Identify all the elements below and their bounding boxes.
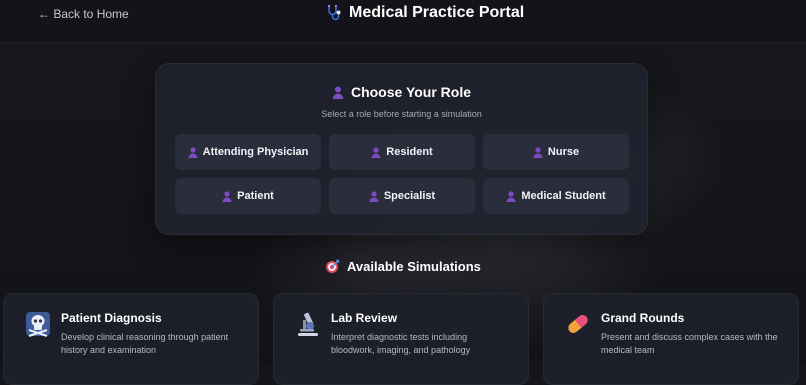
simulation-description: Develop clinical reasoning through patie… bbox=[61, 332, 229, 355]
role-button-label: Resident bbox=[386, 146, 433, 158]
person-icon bbox=[332, 85, 344, 99]
target-icon bbox=[326, 259, 340, 273]
person-icon bbox=[222, 190, 232, 202]
role-button-nurse[interactable]: Nurse bbox=[483, 134, 629, 170]
stethoscope-icon bbox=[328, 5, 341, 21]
page-header: Medical Practice Portal bbox=[325, 4, 524, 22]
role-title: Choose Your Role bbox=[350, 84, 472, 100]
page-title: Medical Practice Portal bbox=[349, 4, 525, 21]
person-icon bbox=[371, 146, 381, 158]
role-button-label: Nurse bbox=[547, 146, 580, 158]
person-icon bbox=[188, 146, 198, 158]
role-button-label: Attending Physician bbox=[202, 146, 309, 158]
role-button-specialist[interactable]: Specialist bbox=[329, 178, 475, 214]
microscope-icon bbox=[298, 312, 318, 336]
simulation-title: Lab Review bbox=[331, 311, 398, 325]
role-grid: Attending Physician Resident Nurse Patie… bbox=[175, 134, 629, 214]
simulation-card-grand-rounds[interactable]: Grand Rounds Present and discuss complex… bbox=[543, 293, 799, 385]
role-button-patient[interactable]: Patient bbox=[175, 178, 321, 214]
role-button-label: Specialist bbox=[383, 190, 436, 202]
person-icon bbox=[533, 146, 543, 158]
simulations-title: Available Simulations bbox=[347, 259, 481, 274]
role-selection-card: Choose Your Role Select a role before st… bbox=[155, 63, 648, 235]
back-to-home-link[interactable]: ← Back to Home bbox=[38, 7, 129, 21]
simulation-title: Grand Rounds bbox=[601, 311, 685, 325]
top-bar: ← Back to Home Medical Practice Portal bbox=[0, 0, 806, 43]
role-button-label: Medical Student bbox=[521, 190, 606, 202]
pill-icon bbox=[568, 315, 588, 333]
person-icon bbox=[369, 190, 379, 202]
role-header: Choose Your Role bbox=[156, 84, 647, 100]
diagnosis-icon bbox=[26, 312, 50, 337]
simulation-card-patient-diagnosis[interactable]: Patient Diagnosis Develop clinical reaso… bbox=[3, 293, 259, 385]
simulation-title: Patient Diagnosis bbox=[61, 311, 162, 325]
simulation-description: Present and discuss complex cases with t… bbox=[601, 332, 778, 355]
person-icon bbox=[506, 190, 516, 202]
role-button-attending-physician[interactable]: Attending Physician bbox=[175, 134, 321, 170]
role-subtitle: Select a role before starting a simulati… bbox=[321, 109, 482, 119]
role-button-label: Patient bbox=[237, 190, 274, 202]
simulation-description: Interpret diagnostic tests including blo… bbox=[331, 332, 471, 355]
simulations-header: Available Simulations bbox=[325, 259, 481, 274]
role-button-medical-student[interactable]: Medical Student bbox=[483, 178, 629, 214]
simulation-card-lab-review[interactable]: Lab Review Interpret diagnostic tests in… bbox=[273, 293, 529, 385]
role-button-resident[interactable]: Resident bbox=[329, 134, 475, 170]
